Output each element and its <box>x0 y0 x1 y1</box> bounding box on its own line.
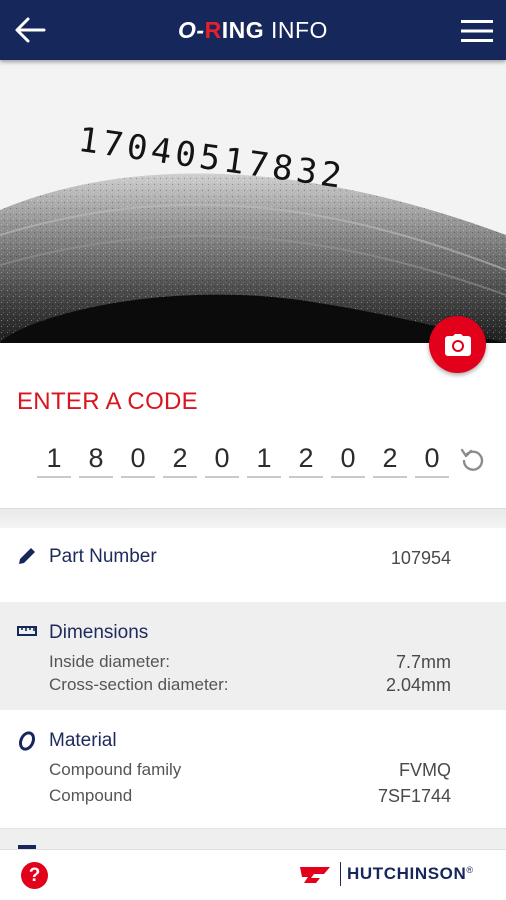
hamburger-menu-icon[interactable] <box>460 18 494 44</box>
camera-icon <box>444 333 471 356</box>
code-digit[interactable]: 2 <box>373 440 407 478</box>
scanned-photo: 17040517832 <box>0 60 506 343</box>
compound-label: Compound <box>49 786 133 805</box>
o-ring-photo: 17040517832 <box>0 60 506 343</box>
ruler-icon <box>17 626 37 636</box>
app-bar: O-RING INFO <box>0 0 506 60</box>
compound-value: 7SF1744 <box>377 786 451 806</box>
code-digit[interactable]: 0 <box>205 440 239 478</box>
material-label: Material <box>49 730 117 751</box>
part-number-value: 107954 <box>390 548 451 568</box>
code-input[interactable]: 1 8 0 2 0 1 2 0 2 0 <box>37 440 457 478</box>
cross-section-label: Cross-section diameter: <box>49 675 229 694</box>
enter-code-title: ENTER A CODE <box>17 388 198 415</box>
section-divider <box>0 508 506 528</box>
next-card-peek <box>0 828 506 853</box>
code-digit[interactable]: 2 <box>163 440 197 478</box>
brand-o: O- <box>178 16 205 43</box>
part-number-label: Part Number <box>49 546 157 567</box>
material-card: Material Compound family FVMQ Compound 7… <box>0 710 506 828</box>
reset-icon[interactable] <box>460 446 486 472</box>
dimensions-card: Dimensions Inside diameter: 7.7mm Cross-… <box>0 602 506 710</box>
app-title: O-RING INFO <box>178 17 328 44</box>
inside-diameter-label: Inside diameter: <box>49 652 170 671</box>
registered-mark: ® <box>466 865 473 875</box>
dimensions-label: Dimensions <box>49 622 149 643</box>
footer-bar: ? HUTCHINSON ® <box>0 849 506 900</box>
camera-button[interactable] <box>429 316 486 373</box>
help-button[interactable]: ? <box>21 862 48 889</box>
compound-family-label: Compound family <box>49 760 182 779</box>
logo-separator <box>340 862 341 886</box>
hutchinson-logo: HUTCHINSON ® <box>298 862 473 886</box>
code-digit[interactable]: 0 <box>121 440 155 478</box>
part-number-row: Part Number 107954 <box>0 528 506 602</box>
pencil-icon <box>19 548 35 564</box>
code-digit[interactable]: 1 <box>247 440 281 478</box>
code-digit[interactable]: 0 <box>331 440 365 478</box>
code-digit[interactable]: 8 <box>79 440 113 478</box>
brand-r: R <box>204 16 222 43</box>
inside-diameter-value: 7.7mm <box>395 652 451 672</box>
o-ring-icon <box>18 731 36 751</box>
logo-wordmark: HUTCHINSON <box>347 864 467 883</box>
compound-family-value: FVMQ <box>399 760 451 780</box>
code-digit[interactable]: 1 <box>37 440 71 478</box>
code-digit[interactable]: 0 <box>415 440 449 478</box>
arrow-left-icon[interactable] <box>14 16 46 44</box>
hutchinson-mark-icon <box>300 867 330 883</box>
brand-ing: ING <box>221 16 265 43</box>
code-digit[interactable]: 2 <box>289 440 323 478</box>
cross-section-value: 2.04mm <box>385 675 451 695</box>
brand-info: INFO <box>264 16 328 43</box>
